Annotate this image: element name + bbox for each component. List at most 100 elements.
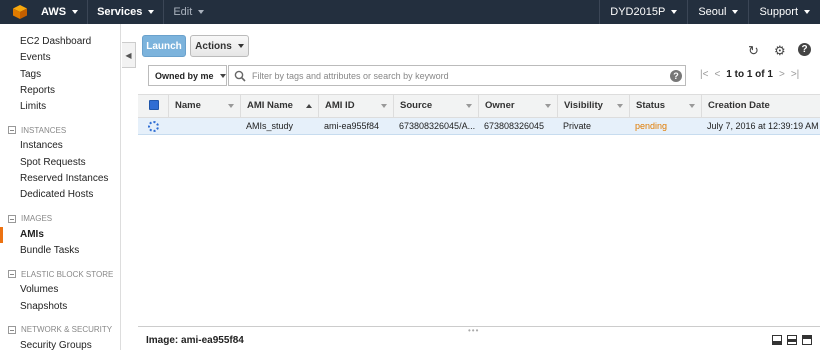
page-count: 1 to 1 of 1 bbox=[726, 69, 773, 80]
chevron-left-icon: ◀ bbox=[125, 50, 132, 60]
owned-by-me-label: Owned by me bbox=[155, 70, 214, 81]
sidebar-item-instances[interactable]: Instances bbox=[0, 138, 120, 154]
aws-menu-label: AWS bbox=[41, 6, 67, 18]
layout-switcher bbox=[772, 335, 812, 345]
layout-bottom-icon[interactable] bbox=[772, 335, 782, 345]
account-menu[interactable]: DYD2015P bbox=[599, 0, 687, 24]
gear-icon[interactable]: ⚙ bbox=[774, 43, 786, 59]
chevron-down-icon bbox=[732, 10, 739, 14]
sort-icon bbox=[466, 104, 472, 108]
chevron-down-icon bbox=[219, 73, 226, 78]
sidebar-item-reports[interactable]: Reports bbox=[0, 83, 120, 99]
column-ami-id[interactable]: AMI ID bbox=[318, 95, 393, 117]
select-all-checkbox[interactable] bbox=[149, 100, 159, 110]
search-input[interactable]: Filter by tags and attributes or search … bbox=[228, 65, 686, 86]
sidebar-item-security-groups[interactable]: Security Groups bbox=[0, 338, 120, 350]
layout-top-icon[interactable] bbox=[802, 335, 812, 345]
sidebar-section-instances[interactable]: INSTANCES bbox=[0, 122, 120, 138]
chevron-down-icon bbox=[671, 10, 678, 14]
help-icon[interactable]: ? bbox=[670, 70, 682, 82]
cell-visibility: Private bbox=[563, 121, 592, 131]
cell-ami-name: AMIs_study bbox=[246, 121, 294, 131]
chevron-down-icon bbox=[198, 10, 205, 14]
column-name[interactable]: Name bbox=[168, 95, 240, 117]
region-menu[interactable]: Seoul bbox=[687, 0, 748, 24]
column-status[interactable]: Status bbox=[629, 95, 701, 117]
region-menu-label: Seoul bbox=[698, 6, 727, 18]
sidebar-item-volumes[interactable]: Volumes bbox=[0, 282, 120, 298]
sidebar-item-ec2-dashboard[interactable]: EC2 Dashboard bbox=[0, 34, 120, 50]
sidebar-item-tags[interactable]: Tags bbox=[0, 67, 120, 83]
table-row[interactable]: AMIs_study ami-ea955f84 673808326045/A..… bbox=[138, 118, 820, 135]
column-label: Visibility bbox=[564, 100, 603, 111]
collapse-icon bbox=[8, 214, 16, 223]
sort-icon bbox=[689, 104, 695, 108]
column-label: Source bbox=[400, 100, 433, 111]
sidebar-item-dedicated-hosts[interactable]: Dedicated Hosts bbox=[0, 187, 120, 203]
edit-menu-label: Edit bbox=[173, 6, 193, 18]
search-placeholder: Filter by tags and attributes or search … bbox=[252, 70, 449, 81]
account-menu-label: DYD2015P bbox=[610, 6, 666, 18]
sidebar-item-reserved-instances[interactable]: Reserved Instances bbox=[0, 171, 120, 187]
sort-icon bbox=[228, 104, 234, 108]
search-icon bbox=[234, 70, 246, 82]
pagination: |< < 1 to 1 of 1 > >| bbox=[700, 69, 799, 80]
chevron-down-icon bbox=[72, 10, 79, 14]
edit-menu[interactable]: Edit bbox=[164, 0, 213, 24]
support-menu[interactable]: Support bbox=[748, 0, 820, 24]
sidebar-section-images[interactable]: IMAGES bbox=[0, 211, 120, 227]
actions-button[interactable]: Actions bbox=[190, 35, 249, 57]
next-page-icon[interactable]: > bbox=[779, 69, 785, 80]
first-page-icon[interactable]: |< bbox=[700, 69, 708, 80]
sidebar-item-snapshots[interactable]: Snapshots bbox=[0, 299, 120, 315]
last-page-icon[interactable]: >| bbox=[791, 69, 799, 80]
launch-button[interactable]: Launch bbox=[142, 35, 186, 57]
detail-pane: ••• Image: ami-ea955f84 bbox=[138, 326, 820, 350]
help-icon[interactable]: ? bbox=[798, 43, 811, 56]
cell-name[interactable] bbox=[168, 118, 240, 135]
services-menu[interactable]: Services bbox=[88, 0, 165, 24]
column-label: Status bbox=[636, 100, 666, 111]
column-label: Owner bbox=[485, 100, 515, 111]
main-content: Launch Actions ↻ ⚙ ? Owned by me Filter … bbox=[138, 24, 820, 350]
support-menu-label: Support bbox=[759, 6, 798, 18]
column-label: Creation Date bbox=[708, 100, 770, 111]
section-title: ELASTIC BLOCK STORE bbox=[21, 269, 114, 279]
sidebar-section-ebs[interactable]: ELASTIC BLOCK STORE bbox=[0, 266, 120, 282]
chevron-down-icon bbox=[804, 10, 810, 14]
services-menu-label: Services bbox=[97, 6, 143, 18]
sidebar-item-limits[interactable]: Limits bbox=[0, 99, 120, 115]
sidebar-item-amis[interactable]: AMIs bbox=[0, 226, 120, 243]
section-title: NETWORK & SECURITY bbox=[21, 325, 113, 335]
refresh-icon[interactable]: ↻ bbox=[748, 43, 759, 59]
sort-icon bbox=[381, 104, 387, 108]
top-nav-bar: AWS Services Edit DYD2015P Seoul Support bbox=[0, 0, 820, 24]
prev-page-icon[interactable]: < bbox=[714, 69, 720, 80]
sidebar-item-spot-requests[interactable]: Spot Requests bbox=[0, 155, 120, 171]
column-source[interactable]: Source bbox=[393, 95, 478, 117]
loading-spinner-icon bbox=[148, 121, 159, 132]
aws-cube-icon[interactable] bbox=[8, 0, 32, 24]
chevron-down-icon bbox=[237, 44, 244, 48]
sidebar-item-events[interactable]: Events bbox=[0, 50, 120, 66]
layout-split-icon[interactable] bbox=[787, 335, 797, 345]
table-header: Name AMI Name AMI ID Source Owner Visibi… bbox=[138, 94, 820, 118]
column-label: AMI Name bbox=[247, 100, 293, 111]
cell-source: 673808326045/A... bbox=[399, 121, 476, 131]
sidebar-collapse-button[interactable]: ◀ bbox=[122, 42, 136, 68]
collapse-icon bbox=[8, 270, 16, 279]
column-creation-date[interactable]: Creation Date bbox=[701, 95, 820, 117]
sort-icon bbox=[617, 104, 623, 108]
column-visibility[interactable]: Visibility bbox=[557, 95, 629, 117]
sidebar-item-bundle-tasks[interactable]: Bundle Tasks bbox=[0, 243, 120, 259]
resize-handle-icon[interactable]: ••• bbox=[468, 326, 479, 335]
column-owner[interactable]: Owner bbox=[478, 95, 557, 117]
sort-icon bbox=[545, 104, 551, 108]
collapse-icon bbox=[8, 325, 16, 334]
sidebar-section-network-security[interactable]: NETWORK & SECURITY bbox=[0, 322, 120, 338]
owned-by-me-select[interactable]: Owned by me bbox=[148, 65, 227, 86]
aws-menu[interactable]: AWS bbox=[32, 0, 89, 24]
filter-bar: Owned by me Filter by tags and attribute… bbox=[148, 65, 820, 86]
cell-status: pending bbox=[635, 121, 668, 131]
column-ami-name[interactable]: AMI Name bbox=[240, 95, 318, 117]
